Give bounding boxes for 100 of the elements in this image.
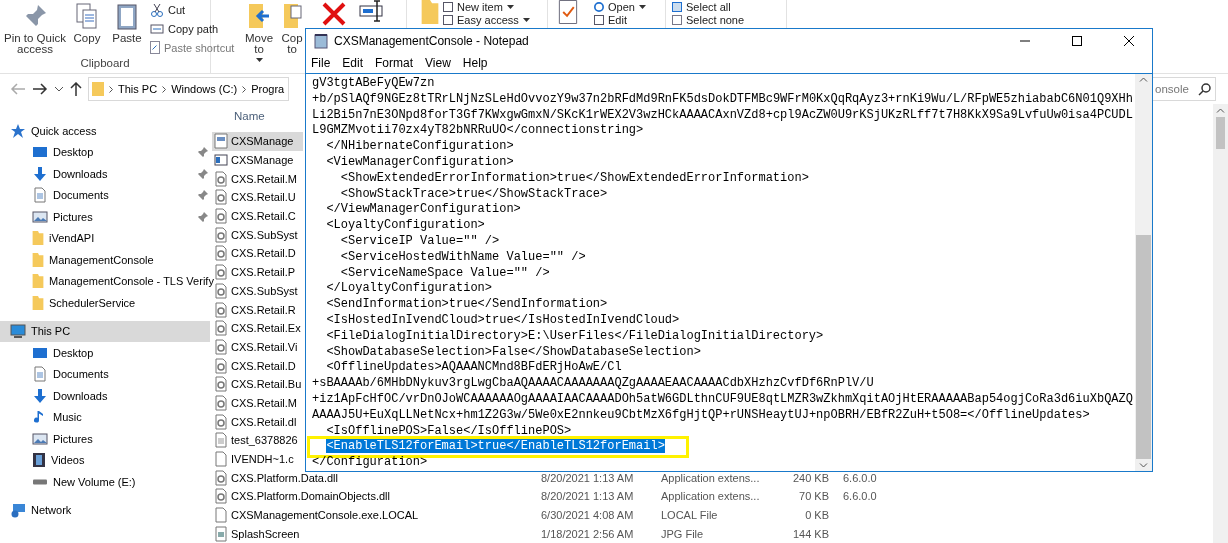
file-row[interactable]: CXSManagementConsole.exe.LOCAL 6/30/2021 4:08 AM LOCAL File 0 KB (212, 505, 829, 525)
nav-item[interactable]: This PC (0, 320, 210, 342)
file-row[interactable]: CXS.Retail.Ex (212, 318, 303, 338)
file-row[interactable]: CXS.Retail.D (212, 356, 303, 375)
nav-label: Downloads (53, 167, 109, 180)
file-row[interactable]: CXS.Retail.D (212, 244, 303, 263)
nav-item[interactable]: ManagementConsole (0, 249, 210, 271)
nav-item[interactable]: Documents (0, 184, 210, 206)
file-name: CXS.Retail.D (231, 247, 296, 260)
nav-label: ManagementConsole (49, 253, 155, 266)
code-line: <ServiceHostedWithName Value="" /> (340, 249, 586, 264)
file-name: CXS.Retail.Bu (231, 378, 302, 391)
address-bar[interactable]: This PC Windows (C:) Progra (88, 77, 289, 101)
cut-button[interactable]: Cut (150, 0, 235, 19)
breadcrumb[interactable]: Windows (C:) (171, 83, 238, 95)
pin-button[interactable]: Pin to Quick access (4, 0, 66, 55)
code-line: +sBAAAAb/6MHbDNykuv3rgLwgCbaAQAAAACAAAAAAAQZgAAAAEAACAAAACdbXHzhzCvfDf6RnPlV/U (312, 376, 874, 391)
nav-label: Desktop (53, 346, 95, 359)
new-item-button[interactable]: New item (443, 0, 530, 13)
nav-item[interactable]: Music (0, 406, 210, 428)
select-all-button[interactable]: Select all (672, 0, 745, 13)
nav-item[interactable]: Downloads (0, 163, 210, 185)
menu-item[interactable]: File (311, 56, 331, 70)
file-row[interactable]: CXSManage (212, 132, 303, 151)
paste-button[interactable]: Paste (108, 0, 146, 44)
nav-item[interactable]: Downloads (0, 385, 210, 407)
file-name: CXS.SubSyst (231, 228, 298, 241)
file-row[interactable]: CXS.Retail.U (212, 188, 303, 207)
nav-item[interactable]: Pictures (0, 206, 210, 228)
breadcrumb[interactable]: This PC (118, 83, 158, 95)
code-line: Li2Bi5n7nE3ONpd8forT3Gf7KWxgwGmxN/SKcK1rWEX2V3wzHCkAAAACAxnVZd8+cpl9AcZW0U9rKSjUKzRLff7t7H8KkX9Sa9LvfuUw0isa4PCUDL (312, 107, 1133, 122)
menu-item[interactable]: Edit (342, 56, 364, 70)
code-line: </Configuration> (312, 455, 428, 470)
nav-item[interactable]: Documents (0, 363, 210, 385)
file-name: CXS.Retail.R (231, 303, 296, 316)
nav-label: New Volume (E:) (53, 475, 137, 488)
file-version: 6.6.0.0 (843, 490, 877, 503)
nav-item[interactable]: New Volume (E:) (0, 471, 210, 493)
file-row[interactable]: CXS.Retail.dl (212, 412, 303, 431)
copy-button[interactable]: Copy (70, 0, 104, 44)
file-row[interactable]: test_6378826 (212, 431, 303, 450)
code-line: <IsHostedInIvendCloud>true</IsHostedInIvendCloud> (326, 312, 680, 327)
file-row[interactable]: CXSManage (212, 150, 303, 170)
column-header[interactable]: Name (212, 104, 298, 128)
file-name: CXSManagementConsole.exe.LOCAL (231, 509, 420, 522)
nav-label: Videos (51, 454, 86, 467)
copy-path-button[interactable]: Copy path (150, 19, 235, 38)
nav-label: ManagementConsole - TLS Verify (49, 275, 214, 288)
nav-item[interactable]: Desktop (0, 342, 210, 364)
nav-item[interactable]: iVendAPI (0, 227, 210, 249)
nav-item[interactable]: SchedulerService (0, 292, 210, 314)
file-row[interactable]: CXS.Platform.Data.dll 8/20/2021 1:13 AM Application extens... 240 KB 6.6.0.0 (212, 468, 877, 488)
file-date: 6/30/2021 4:08 AM (541, 509, 635, 522)
breadcrumb[interactable]: Progra (251, 83, 285, 95)
code-line: gV3tgtABeFyQEw7zn (312, 76, 435, 90)
move-to-button[interactable]: Move to (241, 0, 277, 62)
code-line: <ServiceNameSpace Value="" /> (340, 265, 550, 280)
menu-item[interactable]: Help (462, 56, 488, 70)
file-name: IVENDH~1.c (231, 453, 294, 466)
file-row[interactable]: CXS.Retail.Bu (212, 374, 303, 394)
file-row[interactable]: CXS.SubSyst (212, 225, 303, 245)
file-size: 70 KB (798, 490, 829, 503)
file-row[interactable]: CXS.Platform.DomainObjects.dll 8/20/2021 1:13 AM Application extens... 70 KB 6.6.0.0 (212, 487, 877, 506)
code-line: +iz1ApFcHfOC/vrDnOJoWCAAAAAAOgAAAAIAACAAAADOh5atW6GDLthnCUF9UE8qtLMZR3wZkhmXqitAOjHtERAAAAABap54ogjCoRa3d6iuXbQAZQ (312, 391, 1133, 406)
file-row[interactable]: CXS.Retail.M (212, 169, 303, 189)
file-type: LOCAL File (661, 509, 719, 522)
nav-label: Desktop (53, 146, 95, 159)
nav-item[interactable]: Quick access (0, 120, 210, 142)
file-row[interactable]: IVENDH~1.c (212, 449, 303, 469)
nav-item[interactable]: Desktop (0, 141, 210, 163)
select-none-button[interactable]: Select none (672, 13, 745, 26)
file-row[interactable]: CXS.Retail.M (212, 393, 303, 413)
menu-item[interactable]: View (425, 56, 451, 70)
code-line: </ViewManagerConfiguration> (326, 202, 521, 217)
file-name: CXS.Retail.Ex (231, 322, 301, 335)
nav-label: Pictures (53, 432, 94, 445)
file-date: 1/18/2021 2:56 AM (541, 527, 635, 540)
file-type: Application extens... (661, 490, 761, 503)
file-version: 6.6.0.0 (843, 471, 877, 484)
edit-button[interactable]: Edit (594, 13, 646, 26)
file-row[interactable]: CXS.Retail.C (212, 206, 303, 226)
file-row[interactable]: CXS.Retail.R (212, 300, 303, 319)
nav-label: iVendAPI (49, 232, 96, 245)
nav-item[interactable]: Videos (0, 449, 210, 471)
open-button[interactable]: Open (594, 0, 646, 13)
code-line: <OfflineUpdates>AQAAANCMnd8BFdERjHoAwE/Cl (326, 360, 622, 375)
nav-item[interactable]: Network (0, 499, 210, 521)
nav-label: Documents (53, 189, 110, 202)
nav-item[interactable]: Pictures (0, 428, 210, 450)
file-row[interactable]: CXS.Retail.Vi (212, 337, 303, 357)
menu-item[interactable]: Format (375, 56, 414, 70)
paste-shortcut-button[interactable]: Paste shortcut (150, 38, 235, 57)
window-title: CXSManagementConsole - Notepad (334, 34, 530, 48)
nav-label: Downloads (53, 389, 109, 402)
file-row[interactable]: SplashScreen 1/18/2021 2:56 AM JPG File 144 KB (212, 524, 829, 543)
easy-access-button[interactable]: Easy access (443, 13, 530, 26)
file-size: 240 KB (791, 471, 829, 484)
file-row[interactable]: CXS.SubSyst (212, 281, 303, 301)
file-name: CXS.Retail.M (231, 172, 298, 185)
copy-to-button[interactable]: Cop to (281, 0, 303, 55)
